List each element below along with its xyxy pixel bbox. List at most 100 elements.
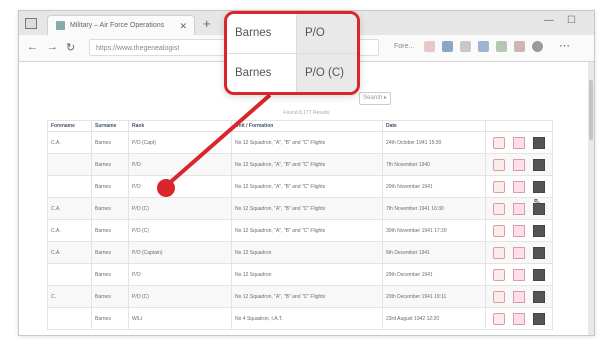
callout-surname: Barnes [227, 14, 297, 54]
view-record-icon[interactable] [493, 202, 505, 215]
more-menu-icon[interactable]: ⋯ [559, 39, 570, 52]
new-tab-button[interactable]: + [203, 16, 211, 31]
actions-cell [485, 131, 553, 154]
table-cell: P/O (Capt) [128, 131, 232, 154]
table-cell: 20th November 1941 [382, 175, 486, 198]
column-header[interactable]: Unit / Formation [231, 120, 383, 132]
table-cell: No 12 Squadron, "A", "B" and "C" Flights [231, 285, 383, 308]
table-cell: W/Lt [128, 307, 232, 330]
table-cell: Barnes [91, 175, 129, 198]
save-icon[interactable] [533, 268, 545, 281]
extension-icon[interactable] [442, 41, 453, 52]
view-document-icon[interactable] [513, 290, 525, 303]
column-header[interactable]: Rank [128, 120, 232, 132]
extension-icon[interactable] [478, 41, 489, 52]
results-summary: Found 8,177 Results [283, 110, 330, 116]
table-cell: P/O (C) [128, 197, 232, 220]
table-row[interactable]: Barnes P/O No 12 Squadron 29th December 194… [47, 263, 553, 286]
view-document-icon[interactable] [513, 180, 525, 193]
view-document-icon[interactable] [513, 224, 525, 237]
tab-active[interactable]: Military – Air Force Operations ✕ [47, 15, 195, 35]
view-record-icon[interactable] [493, 158, 505, 171]
save-icon[interactable] [533, 246, 545, 259]
save-icon[interactable] [533, 224, 545, 237]
bookmark-icon[interactable] [424, 41, 435, 52]
table-cell: No 12 Squadron, "A", "B" and "C" Flights [231, 197, 383, 220]
view-record-icon[interactable] [493, 224, 505, 237]
search-button[interactable]: Search ▸ [359, 92, 391, 105]
table-cell: 7th November 1941 16:30 [382, 197, 486, 220]
table-cell: P/O [128, 263, 232, 286]
extension-icon[interactable] [460, 41, 471, 52]
maximize-icon[interactable]: ☐ [567, 15, 576, 26]
tab-title: Military – Air Force Operations [70, 22, 165, 29]
view-record-icon[interactable] [493, 180, 505, 193]
view-record-icon[interactable] [493, 268, 505, 281]
table-row[interactable]: C.A. Barnes P/O (Captain) No 12 Squadron 6th… [47, 241, 553, 264]
view-record-icon[interactable] [493, 246, 505, 259]
table-row[interactable]: Barnes P/O No 12 Squadron, "A", "B" and "C… [47, 175, 553, 198]
window-menu-icon[interactable] [25, 18, 37, 29]
extension-icon[interactable] [514, 41, 525, 52]
table-cell: P/O (Captain) [128, 241, 232, 264]
column-header[interactable]: Forename [47, 120, 92, 132]
view-record-icon[interactable] [493, 290, 505, 303]
table-cell [47, 175, 92, 198]
table-cell: 29th December 1941 [382, 263, 486, 286]
table-cell [47, 307, 92, 330]
table-cell: 24th October 1941 15:30 [382, 131, 486, 154]
scrollbar[interactable] [588, 62, 594, 335]
table-cell: No 12 Squadron, "A", "B" and "C" Flights [231, 219, 383, 242]
scrollbar-thumb[interactable] [589, 80, 593, 140]
table-cell [47, 153, 92, 176]
table-cell: Barnes [91, 241, 129, 264]
save-icon[interactable] [533, 158, 545, 171]
table-row[interactable]: Barnes W/Lt No 4 Squadron, I.A.T. 23rd Augu… [47, 307, 553, 330]
table-row[interactable]: C. Barnes P/O (C) No 12 Squadron, "A", "B" … [47, 285, 553, 308]
callout-rank: P/O [296, 14, 357, 54]
table-cell: C. [47, 285, 92, 308]
table-cell: P/O [128, 153, 232, 176]
table-cell: C.A. [47, 131, 92, 154]
table-cell: 7th November 1940 [382, 153, 486, 176]
view-document-icon[interactable] [513, 202, 525, 215]
view-record-icon[interactable] [493, 136, 505, 149]
view-document-icon[interactable] [513, 268, 525, 281]
table-cell: 20th December 1941 19:11 [382, 285, 486, 308]
favicon-icon [56, 21, 65, 30]
table-cell: Barnes [91, 263, 129, 286]
minimize-icon[interactable]: — [544, 15, 554, 26]
table-row[interactable]: C.A. Barnes P/O (Capt) No 12 Squadron, "A",… [47, 131, 553, 154]
table-cell: No 4 Squadron, I.A.T. [231, 307, 383, 330]
table-cell: 30th November 1941 17:30 [382, 219, 486, 242]
table-cell: C.A. [47, 241, 92, 264]
table-row[interactable]: Barnes P/O No 12 Squadron, "A", "B" and "C… [47, 153, 553, 176]
table-cell: P/O (C) [128, 219, 232, 242]
column-header[interactable]: Date [382, 120, 486, 132]
save-icon[interactable] [533, 290, 545, 303]
callout-row: Barnes P/O [227, 14, 357, 54]
save-icon[interactable] [533, 136, 545, 149]
extension-icon[interactable] [496, 41, 507, 52]
column-header[interactable]: Surname [91, 120, 129, 132]
refresh-icon[interactable]: ↻ [66, 41, 75, 54]
table-row[interactable]: C.A. Barnes P/O (C) No 12 Squadron, "A", "B… [47, 197, 553, 220]
table-cell: Barnes [91, 197, 129, 220]
actions-cell [485, 285, 553, 308]
table-cell: P/O (C) [128, 285, 232, 308]
view-document-icon[interactable] [513, 136, 525, 149]
view-document-icon[interactable] [513, 312, 525, 325]
table-row[interactable]: C.A. Barnes P/O (C) No 12 Squadron, "A", "B… [47, 219, 553, 242]
view-document-icon[interactable] [513, 158, 525, 171]
profile-icon[interactable] [532, 41, 543, 52]
close-tab-icon[interactable]: ✕ [179, 21, 187, 32]
back-icon[interactable]: ← [27, 41, 38, 53]
table-cell: P/O [128, 175, 232, 198]
callout-surname: Barnes [227, 53, 297, 92]
table-cell: 23rd August 1942 12:20 [382, 307, 486, 330]
forward-icon[interactable]: → [47, 41, 58, 53]
view-record-icon[interactable] [493, 312, 505, 325]
view-document-icon[interactable] [513, 246, 525, 259]
save-icon[interactable] [533, 312, 545, 325]
save-icon[interactable] [533, 180, 545, 193]
